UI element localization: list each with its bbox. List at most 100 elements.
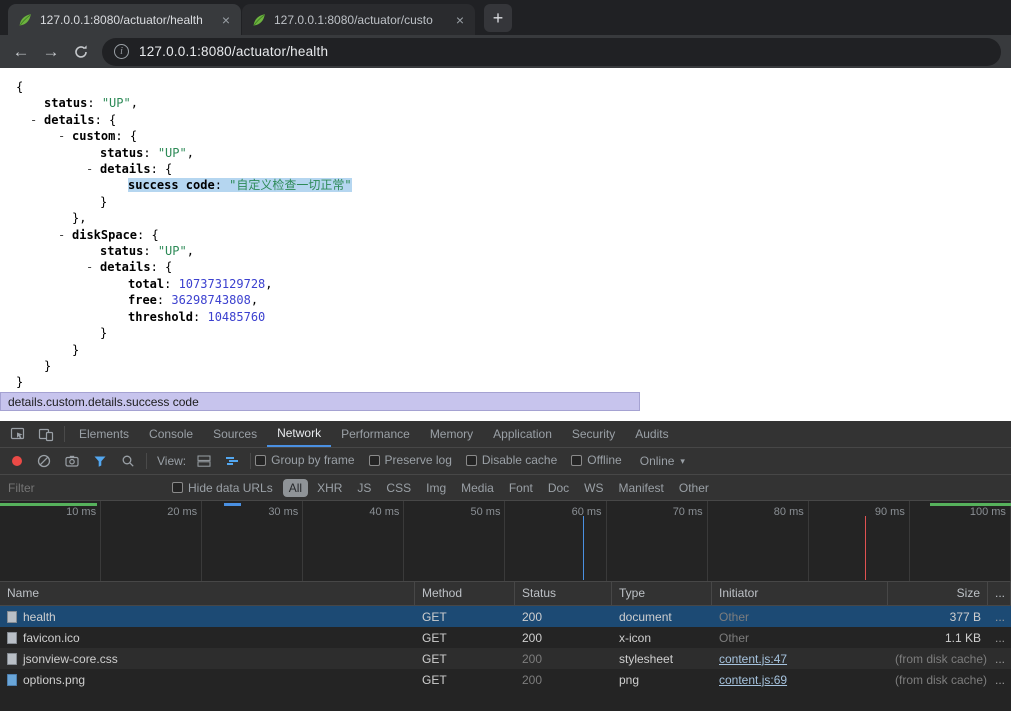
json-line: total: 107373129728,	[8, 276, 1011, 292]
json-line: -details: {	[8, 112, 1011, 128]
filter-pill-media[interactable]: Media	[455, 479, 500, 497]
devtools-tab-elements[interactable]: Elements	[69, 421, 139, 447]
column-header-overflow[interactable]: ...	[988, 582, 1011, 605]
checkbox-group-by-frame[interactable]: Group by frame	[255, 453, 354, 467]
tab-close-icon[interactable]: ×	[454, 13, 466, 27]
timeline-tick-label: 20 ms	[167, 506, 197, 518]
checkbox-offline[interactable]: Offline	[571, 453, 621, 467]
filter-pill-doc[interactable]: Doc	[542, 479, 575, 497]
filter-pill-all[interactable]: All	[283, 479, 308, 497]
back-button[interactable]: ←	[6, 37, 36, 67]
filter-pill-img[interactable]: Img	[420, 479, 452, 497]
request-name: health	[23, 610, 56, 624]
initiator-link[interactable]: content.js:69	[719, 673, 787, 687]
checkbox-box	[369, 455, 380, 466]
json-key: status	[44, 96, 87, 110]
json-number: 107373129728	[179, 277, 266, 291]
devtools-tab-console[interactable]: Console	[139, 421, 203, 447]
column-header-size[interactable]: Size	[888, 582, 988, 605]
spring-leaf-icon	[17, 12, 33, 28]
timeline-tick: 100 ms	[910, 501, 1011, 581]
reload-button[interactable]	[66, 37, 96, 67]
cell-overflow: ...	[988, 673, 1011, 687]
throttling-select[interactable]: Online ▾	[640, 454, 685, 468]
timeline-tick: 50 ms	[404, 501, 505, 581]
devtools-tab-sources[interactable]: Sources	[203, 421, 267, 447]
table-row[interactable]: favicon.icoGET200x-iconOther1.1 KB...	[0, 627, 1011, 648]
devtools-tab-performance[interactable]: Performance	[331, 421, 420, 447]
forward-button[interactable]: →	[36, 37, 66, 67]
devtools-tab-audits[interactable]: Audits	[625, 421, 678, 447]
view-label: View:	[157, 454, 186, 468]
devtools-tab-security[interactable]: Security	[562, 421, 625, 447]
collapse-toggle-icon[interactable]: -	[58, 227, 72, 243]
checkbox-box	[466, 455, 477, 466]
overview-icon[interactable]	[224, 453, 240, 469]
filter-pill-ws[interactable]: WS	[578, 479, 609, 497]
screenshot-icon[interactable]	[64, 453, 80, 469]
column-header-name[interactable]: Name	[0, 582, 415, 605]
json-punct: :	[193, 310, 207, 324]
json-punct: },	[72, 211, 86, 225]
address-bar[interactable]: i 127.0.0.1:8080/actuator/health	[102, 38, 1001, 66]
json-line: }	[8, 342, 1011, 358]
json-punct: {	[165, 260, 172, 274]
filter-icon[interactable]	[92, 453, 108, 469]
document-file-icon	[7, 632, 17, 644]
checkbox-preserve-log[interactable]: Preserve log	[369, 453, 452, 467]
cell-name: options.png	[0, 673, 415, 687]
initiator-link[interactable]: content.js:47	[719, 652, 787, 666]
column-header-status[interactable]: Status	[515, 582, 612, 605]
collapse-toggle-icon[interactable]: -	[86, 259, 100, 275]
filter-pill-other[interactable]: Other	[673, 479, 715, 497]
table-row[interactable]: options.pngGET200pngcontent.js:69(from d…	[0, 669, 1011, 690]
json-punct: :	[143, 146, 157, 160]
devtools-tab-application[interactable]: Application	[483, 421, 562, 447]
json-punct: ,	[187, 146, 194, 160]
checkbox-hide-data-urls[interactable]: Hide data URLs	[172, 481, 273, 495]
table-row[interactable]: healthGET200documentOther377 B...	[0, 606, 1011, 627]
timeline-tick: 60 ms	[505, 501, 606, 581]
device-toolbar-icon[interactable]	[38, 426, 54, 442]
clear-icon[interactable]	[36, 453, 52, 469]
filter-pill-manifest[interactable]: Manifest	[613, 479, 670, 497]
column-header-method[interactable]: Method	[415, 582, 515, 605]
inspect-icon[interactable]	[10, 426, 26, 442]
cell-status: 200	[515, 631, 612, 645]
timeline-overview[interactable]: 10 ms20 ms30 ms40 ms50 ms60 ms70 ms80 ms…	[0, 500, 1011, 581]
browser-tab[interactable]: 127.0.0.1:8080/actuator/custo×	[242, 4, 475, 35]
column-header-type[interactable]: Type	[612, 582, 712, 605]
cell-overflow: ...	[988, 610, 1011, 624]
checkbox-disable-cache[interactable]: Disable cache	[466, 453, 557, 467]
json-key: details	[100, 260, 151, 274]
record-button[interactable]	[12, 456, 22, 466]
json-key: diskSpace	[72, 228, 137, 242]
collapse-toggle-icon[interactable]: -	[86, 161, 100, 177]
large-rows-icon[interactable]	[196, 453, 212, 469]
json-punct: :	[143, 244, 157, 258]
filter-pill-xhr[interactable]: XHR	[311, 479, 348, 497]
initiator-text: Other	[719, 610, 749, 624]
column-header-initiator[interactable]: Initiator	[712, 582, 888, 605]
network-toolbar: View: Group by frame Preserve log Disable …	[0, 447, 1011, 474]
new-tab-button[interactable]: +	[484, 4, 512, 32]
page-info-icon[interactable]: i	[114, 44, 129, 59]
timeline-tick-label: 100 ms	[970, 506, 1006, 518]
tab-close-icon[interactable]: ×	[220, 13, 232, 27]
cell-name: favicon.ico	[0, 631, 415, 645]
search-icon[interactable]	[120, 453, 136, 469]
devtools-tab-network[interactable]: Network	[267, 421, 331, 447]
json-key: status	[100, 244, 143, 258]
devtools-tab-memory[interactable]: Memory	[420, 421, 483, 447]
checkbox-label: Offline	[587, 453, 621, 467]
document-file-icon	[7, 611, 17, 623]
collapse-toggle-icon[interactable]: -	[30, 112, 44, 128]
filter-pill-js[interactable]: JS	[351, 479, 377, 497]
collapse-toggle-icon[interactable]: -	[58, 128, 72, 144]
browser-tab[interactable]: 127.0.0.1:8080/actuator/health×	[8, 4, 241, 35]
filter-pill-font[interactable]: Font	[503, 479, 539, 497]
filter-input[interactable]	[8, 481, 158, 495]
table-row[interactable]: jsonview-core.cssGET200stylesheetcontent…	[0, 648, 1011, 669]
filter-pill-css[interactable]: CSS	[380, 479, 417, 497]
devtools-tabs: ElementsConsoleSourcesNetworkPerformance…	[69, 421, 679, 447]
